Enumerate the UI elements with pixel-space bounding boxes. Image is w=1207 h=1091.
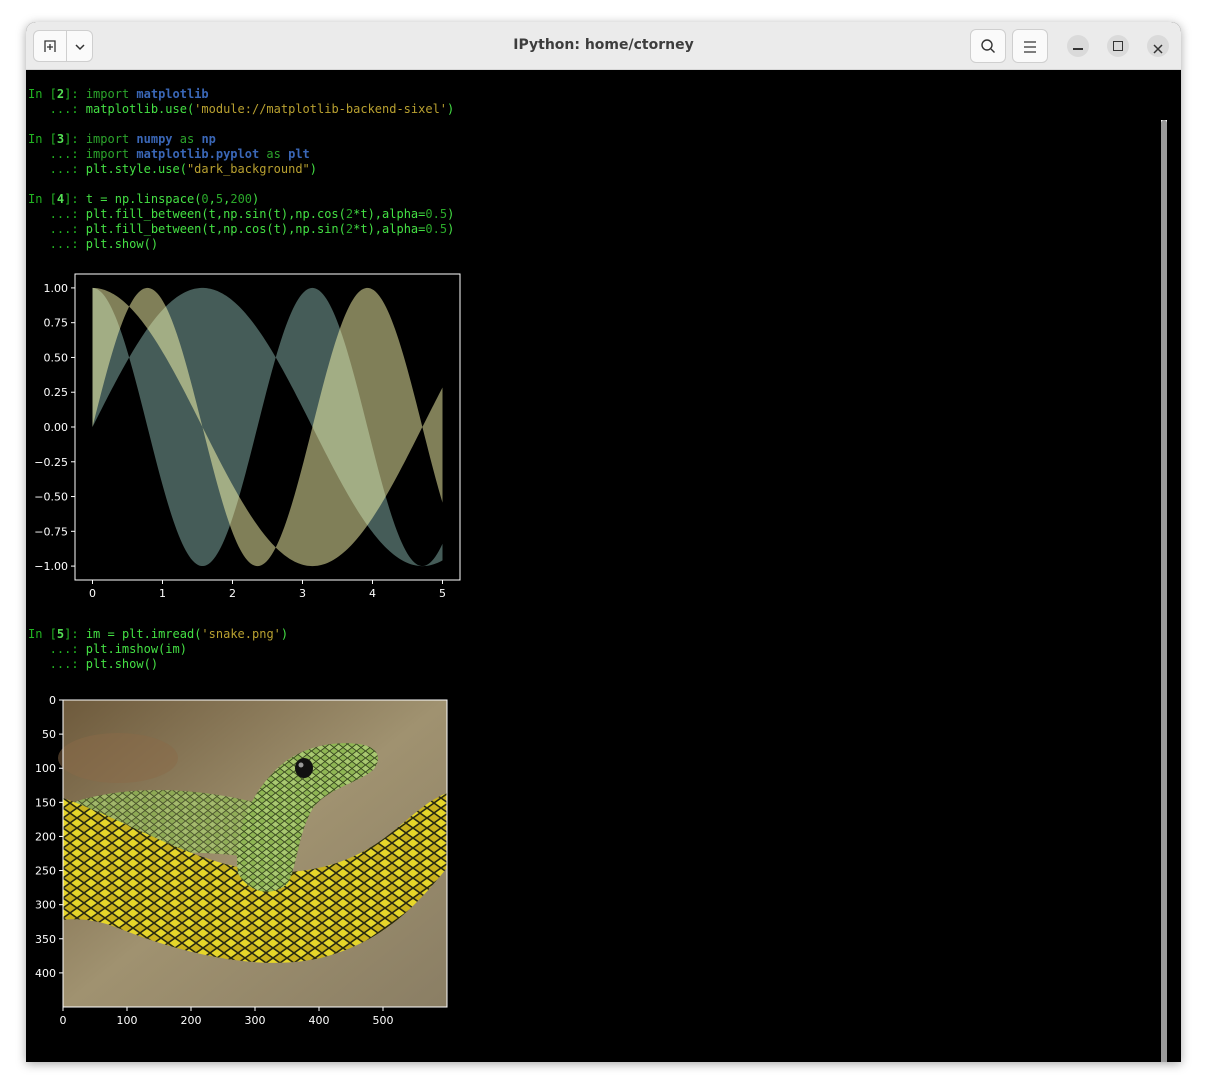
input-line: ...: plt.fill_between(t,np.cos(t),np.sin…	[28, 222, 455, 236]
input-line: In [4]: t = np.linspace(0,5,200)	[28, 192, 260, 206]
x-tick-label: 100	[117, 1014, 138, 1027]
snake-image-plot: 0 50 100 150 200 250 300 350 400 0 100 200 300 400 50…	[35, 694, 448, 1027]
input-line: ...: plt.imshow(im)	[28, 642, 187, 656]
y-tick-label: 0.00	[44, 421, 69, 434]
y-tick-label: 250	[35, 865, 56, 878]
y-tick-label: −0.25	[34, 456, 68, 469]
search-button[interactable]	[970, 29, 1006, 63]
window-title: IPython: home/ctorney	[513, 37, 694, 53]
y-tick-label: 400	[35, 967, 56, 980]
y-tick-label: 150	[35, 796, 56, 809]
terminal-output[interactable]: In [2]: import matplotlib ...: matplotli…	[26, 70, 1169, 1062]
x-tick-label: 200	[181, 1014, 202, 1027]
minimize-button[interactable]	[1067, 35, 1089, 57]
input-line: In [5]: im = plt.imread('snake.png')	[28, 627, 289, 641]
y-tick-label: 1.00	[44, 282, 69, 295]
y-tick-label: −0.50	[34, 491, 68, 504]
x-tick-label: 5	[439, 587, 446, 600]
x-tick-label: 2	[229, 587, 236, 600]
x-tick-label: 3	[299, 587, 306, 600]
terminal-window: IPython: home/ctorney In [2]: import mat…	[26, 22, 1181, 1062]
x-tick-label: 500	[373, 1014, 394, 1027]
hamburger-icon	[1023, 39, 1037, 58]
input-line: ...: plt.fill_between(t,np.sin(t),np.cos…	[28, 207, 455, 221]
x-tick-label: 400	[309, 1014, 330, 1027]
input-line: ...: plt.show()	[28, 237, 159, 251]
menu-button[interactable]	[1012, 29, 1048, 63]
close-icon	[1152, 40, 1164, 59]
x-tick-label: 300	[245, 1014, 266, 1027]
search-icon	[980, 38, 996, 58]
fill-between-chart: 1.00 0.75 0.50 0.25 0.00 −0.25 −0.50 −0.75 −1.00…	[34, 273, 461, 600]
x-tick-label: 1	[159, 587, 166, 600]
x-tick-label: 0	[89, 587, 96, 600]
y-tick-label: 300	[35, 899, 56, 912]
input-line: ...: plt.style.use("dark_background")	[28, 162, 318, 176]
maximize-button[interactable]	[1107, 35, 1129, 57]
input-line: ...: matplotlib.use('module://matplotlib…	[28, 102, 455, 116]
maximize-icon	[1113, 41, 1123, 51]
input-line: In [2]: import matplotlib	[28, 87, 209, 101]
y-tick-label: 350	[35, 933, 56, 946]
y-tick-label: 50	[42, 728, 56, 741]
y-tick-label: −0.75	[34, 525, 68, 538]
input-line: In [3]: import numpy as np	[28, 132, 216, 146]
x-tick-label: 4	[369, 587, 376, 600]
close-button[interactable]	[1147, 35, 1169, 57]
y-tick-label: 0.50	[44, 351, 69, 364]
y-tick-label: −1.00	[34, 560, 68, 573]
y-tick-label: 200	[35, 830, 56, 843]
scrollbar-thumb[interactable]	[1161, 120, 1167, 1062]
title-bar: IPython: home/ctorney	[26, 22, 1181, 70]
input-line: ...: import matplotlib.pyplot as plt	[28, 147, 310, 161]
input-line: ...: plt.show()	[28, 657, 159, 671]
x-tick-label: 0	[60, 1014, 67, 1027]
snake-photo	[58, 699, 448, 1008]
y-tick-label: 0	[49, 694, 56, 707]
minimize-icon	[1073, 48, 1083, 50]
y-tick-label: 100	[35, 762, 56, 775]
y-tick-label: 0.75	[44, 317, 69, 330]
y-tick-label: 0.25	[44, 386, 69, 399]
scrollbar[interactable]	[1161, 120, 1167, 1062]
